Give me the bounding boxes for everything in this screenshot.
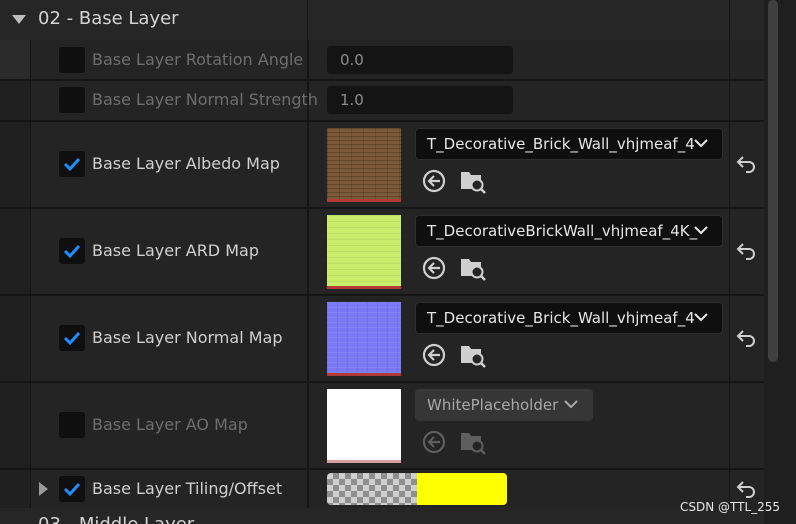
ao-texture-thumbnail[interactable] — [327, 389, 401, 463]
reset-arrow-icon[interactable] — [736, 329, 756, 347]
collapse-arrow-icon[interactable] — [12, 15, 26, 24]
normal-strength-value-input[interactable]: 1.0 — [327, 86, 513, 114]
checkmark-icon — [63, 157, 81, 172]
normal-texture-thumbnail[interactable] — [327, 302, 401, 376]
expand-arrow-icon[interactable] — [39, 482, 48, 496]
details-panel: 02 - Base Layer Base Layer Rotation Angl… — [0, 0, 764, 524]
next-section-header[interactable]: 03 - Middle Layer — [0, 508, 764, 524]
use-selected-asset-icon[interactable] — [421, 168, 447, 194]
checkmark-icon — [63, 331, 81, 346]
ao-texture-dropdown[interactable]: WhitePlaceholder — [415, 389, 593, 421]
chevron-down-icon — [694, 313, 708, 322]
normal-strength-label: Base Layer Normal Strength — [92, 90, 318, 109]
ao-texture-name: WhitePlaceholder — [427, 396, 559, 414]
albedo-label: Base Layer Albedo Map — [92, 154, 280, 173]
normal-override-checkbox[interactable] — [59, 325, 85, 351]
ard-texture-name: T_DecorativeBrickWall_vhjmeaf_4K_ — [427, 222, 698, 240]
use-selected-asset-icon[interactable] — [421, 342, 447, 368]
ard-label: Base Layer ARD Map — [92, 241, 259, 260]
next-section-title: 03 - Middle Layer — [38, 514, 194, 524]
albedo-override-checkbox[interactable] — [59, 151, 85, 177]
tiling-label: Base Layer Tiling/Offset — [92, 479, 283, 498]
albedo-texture-dropdown[interactable]: T_Decorative_Brick_Wall_vhjmeaf_4 — [415, 128, 723, 160]
normal-texture-name: T_Decorative_Brick_Wall_vhjmeaf_4 — [427, 309, 695, 327]
normal-strength-override-checkbox[interactable] — [59, 87, 85, 113]
ao-override-checkbox[interactable] — [59, 412, 85, 438]
alpha-checker-preview — [327, 473, 417, 505]
watermark: CSDN @TTL_255 — [680, 500, 781, 514]
chevron-down-icon — [564, 400, 578, 409]
checkmark-icon — [63, 482, 81, 497]
use-selected-asset-icon[interactable] — [421, 429, 447, 455]
ard-texture-dropdown[interactable]: T_DecorativeBrickWall_vhjmeaf_4K_ — [415, 215, 723, 247]
tiling-override-checkbox[interactable] — [59, 476, 85, 502]
rotation-value-input[interactable]: 0.0 — [327, 46, 513, 74]
reset-arrow-icon[interactable] — [736, 242, 756, 260]
section-header[interactable]: 02 - Base Layer — [0, 0, 764, 41]
chevron-down-icon — [694, 139, 708, 148]
albedo-texture-name: T_Decorative_Brick_Wall_vhjmeaf_4 — [427, 135, 695, 153]
checkmark-icon — [63, 244, 81, 259]
browse-asset-icon[interactable] — [459, 341, 487, 369]
ard-texture-thumbnail[interactable] — [327, 215, 401, 289]
tiling-color-swatch[interactable] — [327, 473, 507, 505]
scrollbar-thumb[interactable] — [768, 0, 778, 362]
browse-asset-icon[interactable] — [459, 167, 487, 195]
rotation-label: Base Layer Rotation Angle — [92, 50, 304, 69]
section-title: 02 - Base Layer — [38, 8, 179, 29]
browse-asset-icon[interactable] — [459, 428, 487, 456]
chevron-down-icon — [694, 226, 708, 235]
browse-asset-icon[interactable] — [459, 254, 487, 282]
ard-override-checkbox[interactable] — [59, 238, 85, 264]
reset-arrow-icon[interactable] — [736, 480, 756, 498]
albedo-texture-thumbnail[interactable] — [327, 128, 401, 202]
ao-label: Base Layer AO Map — [92, 415, 248, 434]
reset-arrow-icon[interactable] — [736, 155, 756, 173]
normal-label: Base Layer Normal Map — [92, 328, 283, 347]
normal-texture-dropdown[interactable]: T_Decorative_Brick_Wall_vhjmeaf_4 — [415, 302, 723, 334]
use-selected-asset-icon[interactable] — [421, 255, 447, 281]
rotation-override-checkbox[interactable] — [59, 47, 85, 73]
color-preview — [417, 473, 507, 505]
